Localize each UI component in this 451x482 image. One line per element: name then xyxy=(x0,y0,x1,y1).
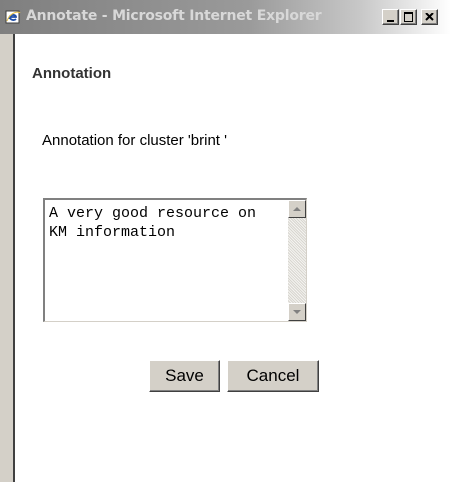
browser-window: Annotate - Microsoft Internet Explorer A… xyxy=(0,0,451,482)
minimize-icon[interactable] xyxy=(382,9,399,25)
page-title: Annotation xyxy=(32,65,112,82)
page-content: Annotation Annotation for cluster 'brint… xyxy=(13,34,451,482)
ie-icon xyxy=(5,9,21,25)
title-bar[interactable]: Annotate - Microsoft Internet Explorer xyxy=(0,0,451,34)
maximize-icon[interactable] xyxy=(400,9,417,25)
textarea-scrollbar[interactable] xyxy=(288,200,306,321)
window-title: Annotate - Microsoft Internet Explorer xyxy=(26,8,322,24)
annotation-prompt: Annotation for cluster 'brint ' xyxy=(42,132,227,149)
scroll-up-icon[interactable] xyxy=(288,200,306,218)
close-icon[interactable] xyxy=(421,9,438,25)
save-button[interactable]: Save xyxy=(149,360,220,392)
scroll-down-icon[interactable] xyxy=(288,303,306,321)
annotation-text[interactable]: A very good resource on KM information xyxy=(49,204,281,242)
annotation-textarea[interactable]: A very good resource on KM information xyxy=(43,198,307,322)
cancel-button[interactable]: Cancel xyxy=(227,360,319,392)
